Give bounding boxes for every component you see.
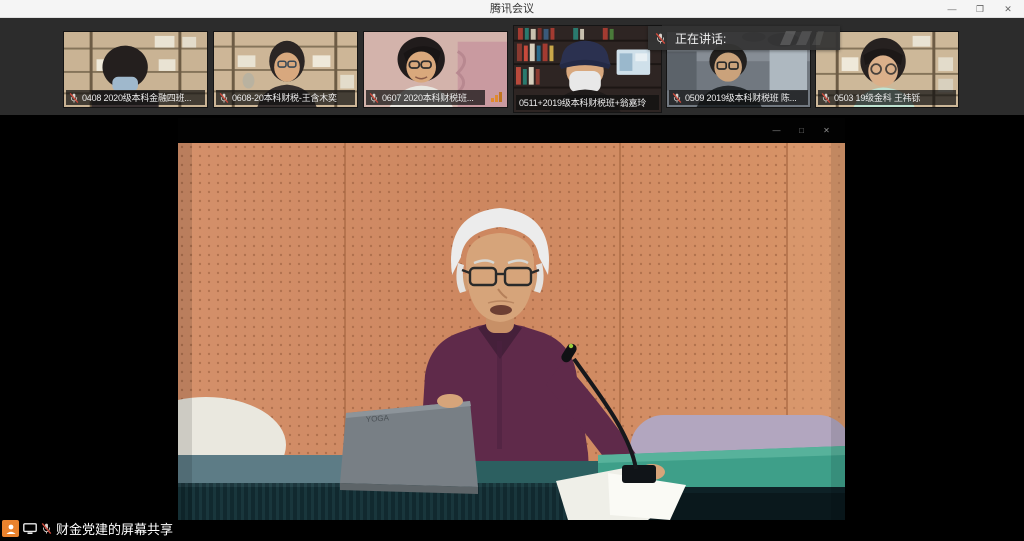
mic-muted-icon (369, 92, 379, 104)
speaker-hand (437, 394, 463, 408)
participant-label: 0608-20本科财税-王含木奕 (216, 90, 355, 105)
network-signal-icon (491, 92, 503, 102)
laptop: YOGA (340, 401, 478, 494)
window-controls: — ❐ ✕ (938, 0, 1022, 18)
participant-label: 0511+2019级本科财税班+翁嘉玲 (516, 95, 659, 110)
screen-share-indicator[interactable]: 财金党建的屏幕共享 (2, 519, 173, 538)
shared-video-window[interactable]: — □ ✕ (178, 118, 845, 520)
laptop-brand-text: YOGA (366, 413, 390, 424)
mic-muted-icon (219, 92, 229, 104)
shared-video-titlebar: — □ ✕ (178, 118, 845, 143)
shared-screen-stage: — □ ✕ (0, 115, 1024, 541)
participant-label: 0607 2020本科财税班... (366, 90, 485, 105)
mic-muted-icon (821, 92, 831, 104)
participant-label: 0509 2019级本科财税班 陈... (669, 90, 808, 105)
sharer-avatar (2, 520, 19, 537)
shared-minimize-icon: — (764, 126, 789, 135)
restore-icon[interactable]: ❐ (966, 0, 994, 18)
app-titlebar: 腾讯会议 — ❐ ✕ (0, 0, 1024, 18)
screen-share-icon (23, 523, 37, 535)
participant-name: 0511+2019级本科财税班+翁嘉玲 (519, 96, 646, 109)
meeting-logo-watermark (778, 29, 826, 47)
participant-name: 0408 2020级本科金融四班... (82, 91, 191, 104)
participant-name: 0607 2020本科财税班... (382, 91, 474, 104)
minimize-icon[interactable]: — (938, 0, 966, 18)
screen-share-label: 财金党建的屏幕共享 (56, 519, 173, 538)
mic-muted-icon (672, 92, 682, 104)
speaking-indicator-banner: 正在讲话: (648, 26, 840, 50)
mic-muted-icon (655, 32, 666, 45)
person-icon (5, 523, 17, 535)
shared-maximize-icon: □ (789, 126, 814, 135)
participant-tile-active-speaker[interactable]: 0511+2019级本科财税班+翁嘉玲 (513, 25, 662, 113)
participant-label: 0408 2020级本科金融四班... (66, 90, 205, 105)
participant-strip: 0408 2020级本科金融四班... 0608-20本科财税-王含木奕 (0, 18, 1024, 115)
participant-tile[interactable]: 0608-20本科财税-王含木奕 (213, 31, 358, 108)
participant-name: 0608-20本科财税-王含木奕 (232, 91, 337, 104)
participant-name: 0503 19级金科 王祎铄 (834, 91, 920, 104)
participant-name: 0509 2019级本科财税班 陈... (685, 91, 797, 104)
participant-tile[interactable]: 0408 2020级本科金融四班... (63, 31, 208, 108)
app-title: 腾讯会议 (0, 0, 1024, 18)
participant-label: 0503 19级金科 王祎铄 (818, 90, 956, 105)
shared-close-icon: ✕ (814, 126, 839, 135)
mic-muted-icon (69, 92, 79, 104)
mic-muted-icon (41, 522, 52, 535)
speaking-indicator-label: 正在讲话: (675, 30, 726, 47)
participant-tile[interactable]: 0607 2020本科财税班... (363, 31, 508, 108)
lecture-video-content: YOGA (178, 143, 845, 520)
close-icon[interactable]: ✕ (994, 0, 1022, 18)
